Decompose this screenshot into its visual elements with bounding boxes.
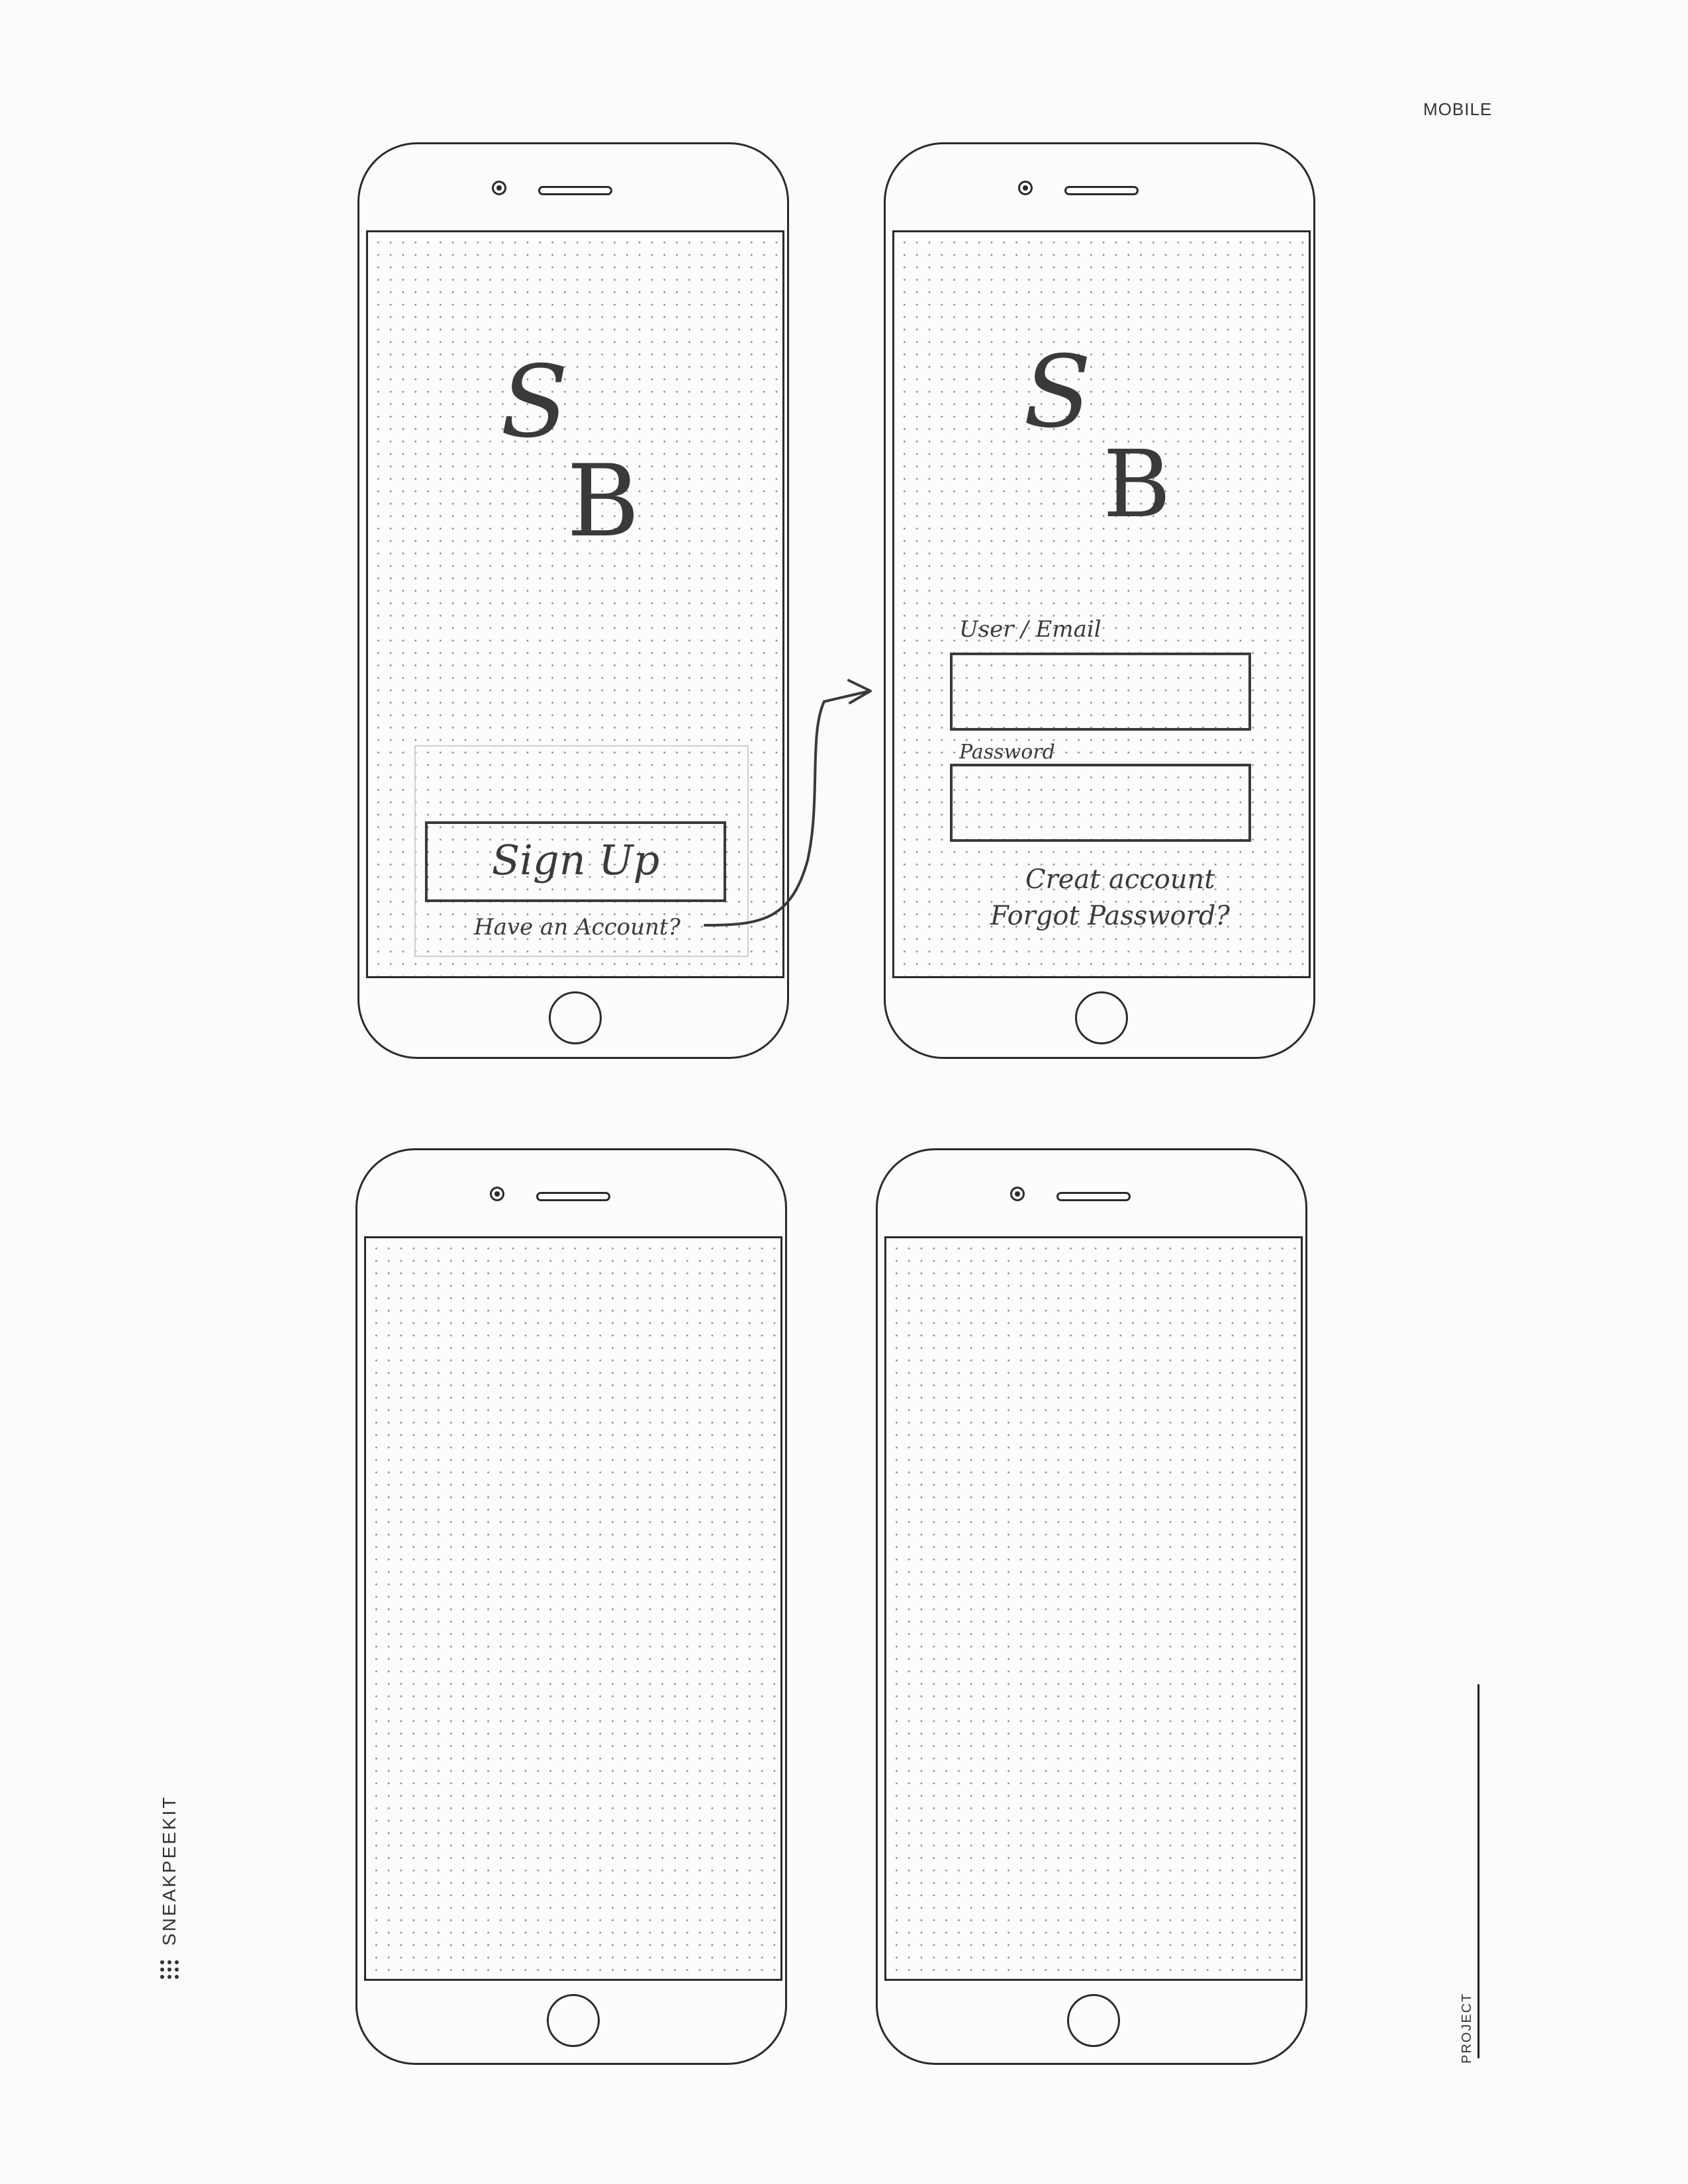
brand-mark: SNEAKPEEKIT: [159, 1795, 180, 1979]
brand-name: SNEAKPEEKIT: [159, 1795, 179, 1946]
project-name-line: [1477, 1684, 1479, 2058]
grid-dots-icon: [160, 1960, 179, 1979]
flow-arrow: [704, 679, 872, 927]
project-label: PROJECT: [1460, 1992, 1474, 2064]
